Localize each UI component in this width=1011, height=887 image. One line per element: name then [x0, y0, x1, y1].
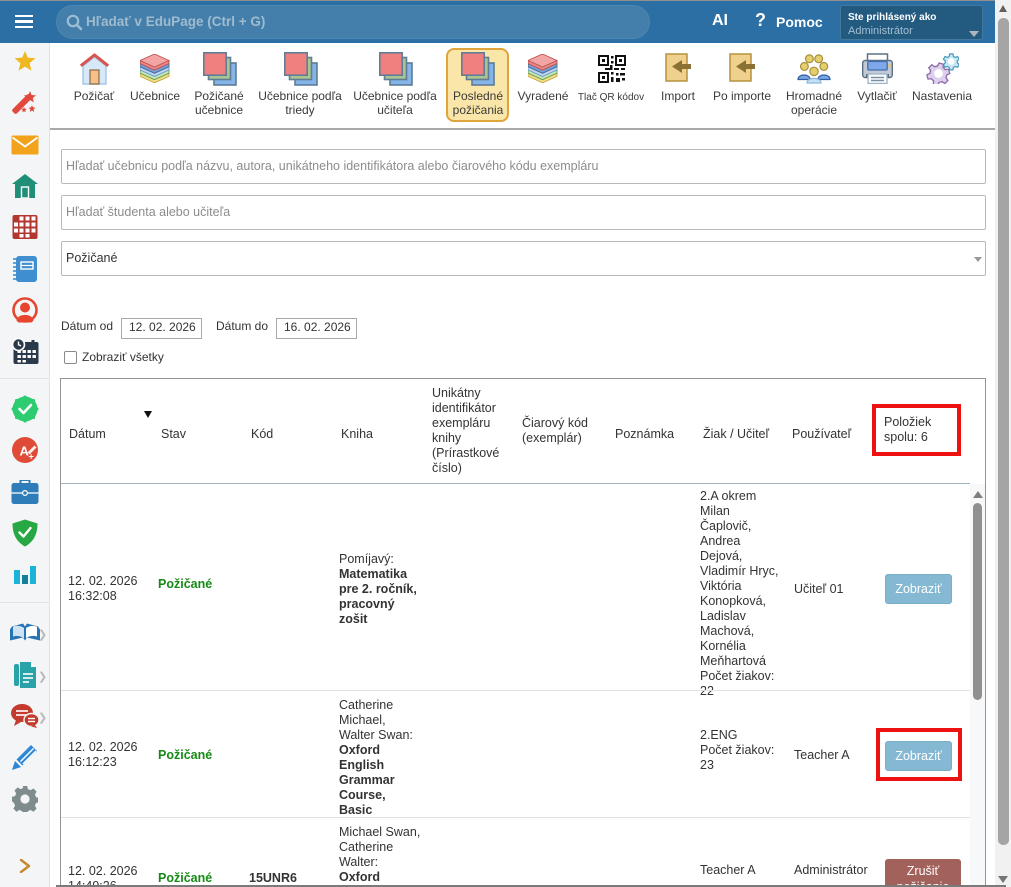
svg-text:+: + [29, 452, 34, 462]
